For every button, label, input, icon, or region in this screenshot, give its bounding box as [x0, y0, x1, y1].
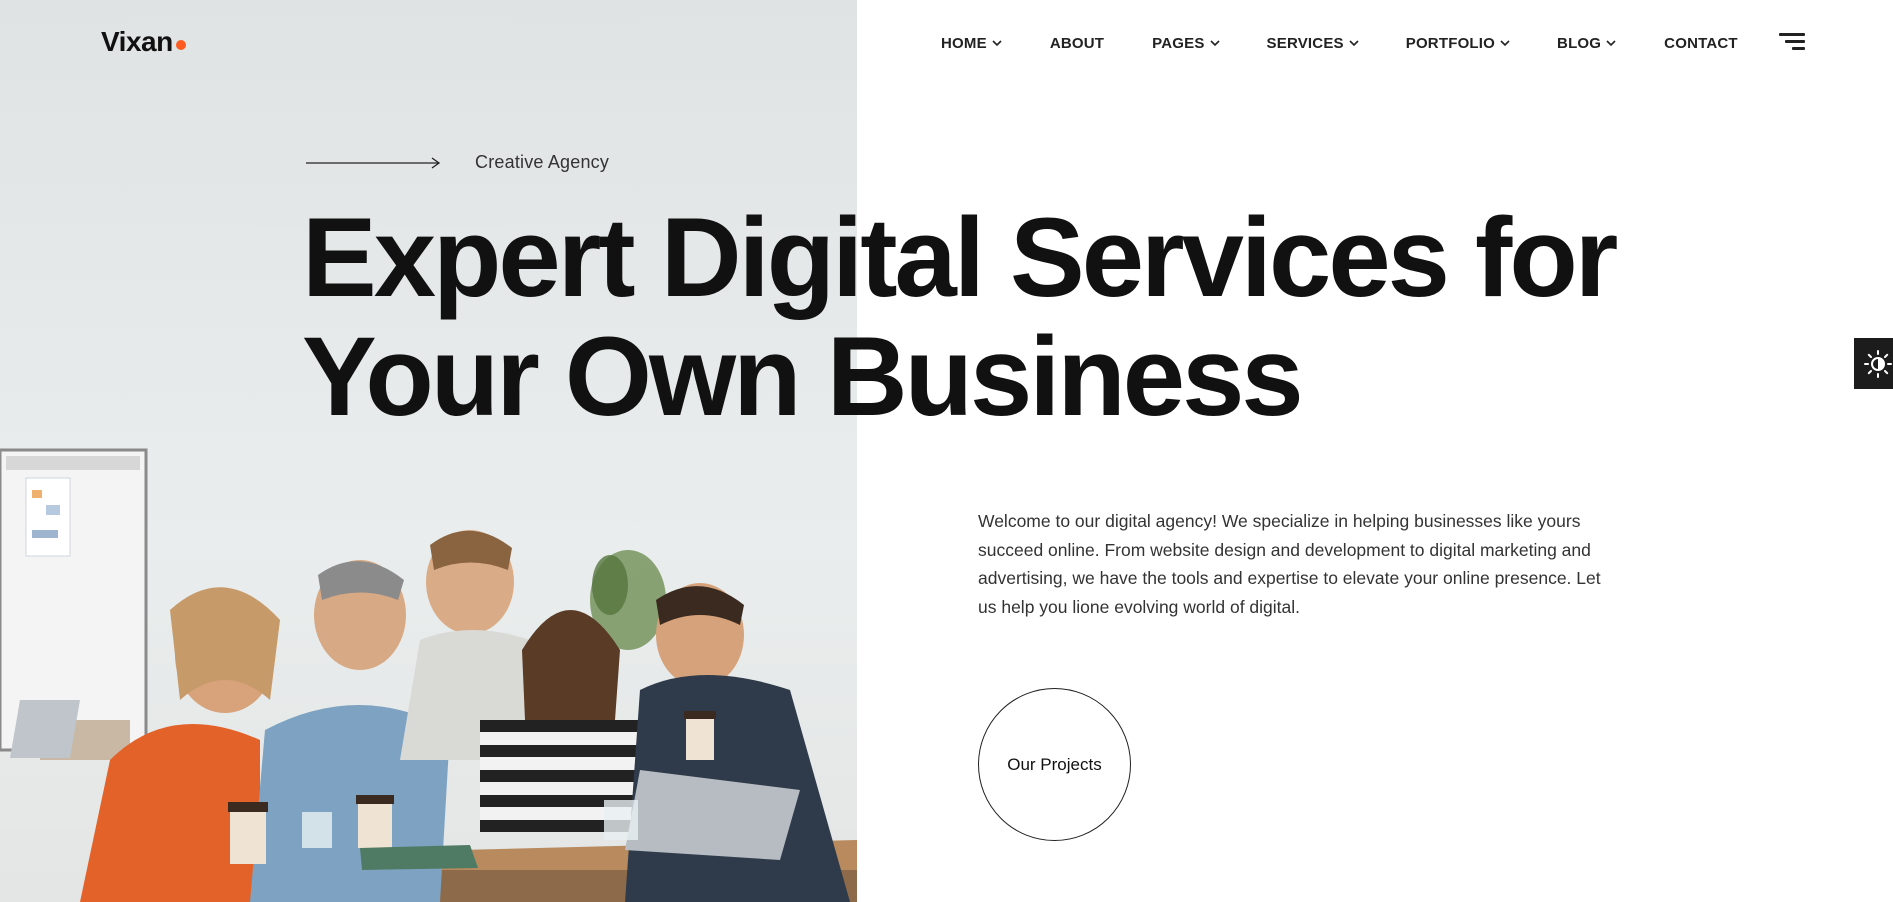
chevron-down-icon: [1500, 39, 1510, 46]
brand-dot: [175, 40, 186, 50]
chevron-down-icon: [992, 39, 1002, 46]
our-projects-button-label: Our Projects: [1007, 754, 1102, 774]
hero-intro-text: Welcome to our digital agency! We specia…: [978, 511, 1601, 617]
chevron-down-icon: [1349, 39, 1359, 46]
hero-eyebrow: Creative Agency: [306, 152, 609, 173]
our-projects-button[interactable]: Our Projects: [978, 688, 1131, 841]
hamburger-menu-icon[interactable]: [1779, 33, 1805, 51]
nav-item-pages[interactable]: PAGES: [1152, 34, 1220, 52]
nav-item-label: SERVICES: [1266, 34, 1344, 52]
hero-photo: [0, 0, 857, 902]
hero-eyebrow-label: Creative Agency: [475, 152, 610, 172]
nav-item-home[interactable]: HOME: [941, 35, 1002, 52]
brand-logo[interactable]: Vixan: [101, 26, 186, 58]
hero-headline-line: Your Own Business: [302, 314, 1304, 439]
brand-name: Vixan: [101, 26, 173, 57]
nav-item-contact[interactable]: CONTACT: [1664, 35, 1738, 52]
nav-item-portfolio[interactable]: PORTFOLIO: [1406, 35, 1510, 52]
nav-item-label: BLOG: [1557, 34, 1602, 52]
nav-item-label: HOME: [941, 34, 987, 52]
nav-item-services[interactable]: SERVICES: [1267, 35, 1359, 52]
hero-headline: Expert Digital Services for Your Own Bus…: [302, 198, 1702, 436]
theme-toggle-button[interactable]: [1854, 338, 1893, 389]
nav-item-label: ABOUT: [1049, 34, 1105, 52]
nav-item-about[interactable]: ABOUT: [1050, 35, 1104, 52]
nav-item-label: CONTACT: [1664, 34, 1738, 52]
nav-item-label: PAGES: [1152, 34, 1205, 52]
nav-item-label: PORTFOLIO: [1405, 34, 1496, 52]
arrow-right-icon: [306, 156, 441, 169]
chevron-down-icon: [1209, 39, 1220, 46]
hero-headline-line: Expert Digital Services for: [302, 195, 1618, 320]
main-nav: HOME ABOUT PAGES SERVICES PORTFOLIO BLOG…: [941, 34, 1738, 52]
sun-icon: [1864, 349, 1892, 378]
nav-item-blog[interactable]: BLOG: [1557, 35, 1616, 52]
chevron-down-icon: [1606, 39, 1616, 46]
